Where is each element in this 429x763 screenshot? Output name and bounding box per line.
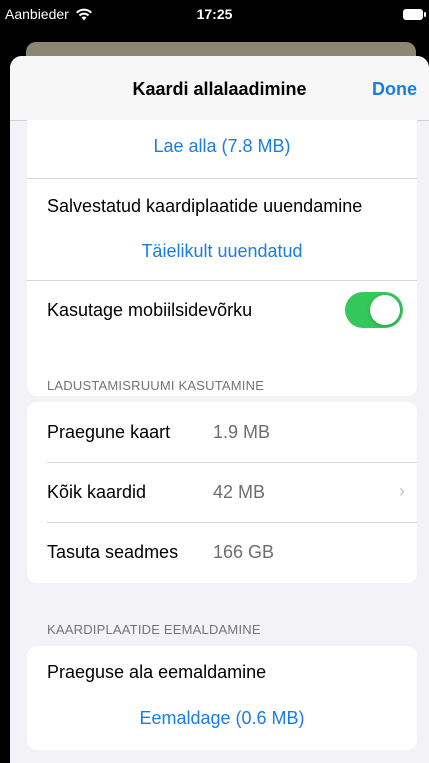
toggle-knob [370,295,400,325]
storage-row-label: Tasuta seadmes [47,542,179,562]
storage-row-value: 42 MB [213,482,266,502]
divider [27,178,417,179]
storage-row-all-maps[interactable]: Kõik kaardid 42 MB › [27,463,417,522]
storage-row-value: 1.9 MB [213,422,271,442]
navigation-bar: Kaardi allalaadimine Done [10,56,429,121]
remove-area-label: Praeguse ala eemaldamine [47,662,267,682]
download-settings-card: Lae alla (7.8 MB) Salvestatud kaardiplaa… [27,120,417,396]
storage-section-header: LADUSTAMISRUUMI KASUTAMINE [47,378,265,393]
storage-card: Praegune kaart 1.9 MB Kõik kaardid 42 MB… [27,402,417,583]
storage-row-label: Praegune kaart [47,422,171,442]
chevron-right-icon: › [399,481,405,501]
map-download-sheet: Kaardi allalaadimine Done Lae alla (7.8 … [10,56,429,763]
divider [27,280,417,281]
done-button[interactable]: Done [372,79,417,100]
page-title: Kaardi allalaadimine [132,79,307,99]
removal-card: Praeguse ala eemaldamine Eemaldage (0.6 … [27,646,417,750]
download-button[interactable]: Lae alla (7.8 MB) [27,136,417,157]
storage-row-label: Kõik kaardid [47,482,147,502]
storage-row-free-on-device: Tasuta seadmes 166 GB [27,523,417,583]
status-time: 17:25 [196,6,233,22]
storage-row-value: 166 GB [213,542,275,562]
mobile-data-toggle[interactable] [345,292,403,328]
status-bar: Aanbieder 17:25 [0,0,429,30]
battery-icon [403,9,426,20]
update-status-button[interactable]: Täielikult uuendatud [27,241,417,262]
storage-row-current-map: Praegune kaart 1.9 MB [27,402,417,462]
mobile-data-label: Kasutage mobiilsidevõrku [47,300,253,320]
removal-section-header: KAARDIPLAATIDE EEMALDAMINE [47,622,261,637]
remove-tiles-button[interactable]: Eemaldage (0.6 MB) [27,708,417,729]
update-tiles-label: Salvestatud kaardiplaatide uuendamine [47,196,363,216]
